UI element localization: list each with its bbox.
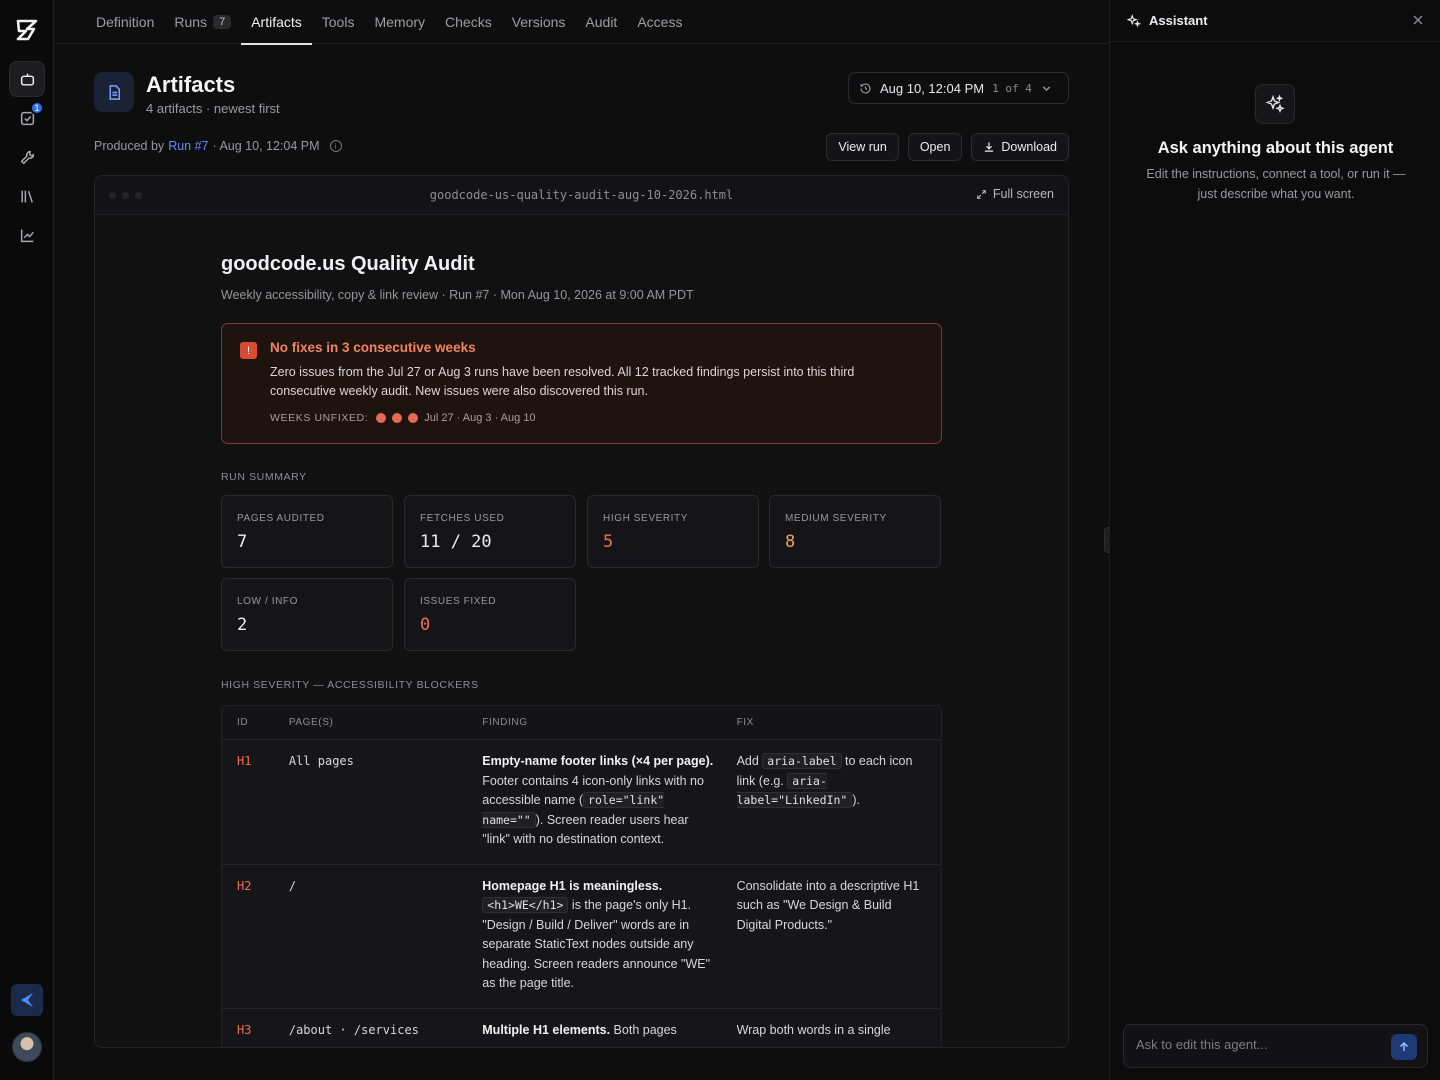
left-rail: 1 bbox=[0, 0, 54, 1080]
workspace-logo[interactable] bbox=[11, 984, 43, 1016]
artifact-preview[interactable]: goodcode-us-quality-audit-aug-10-2026.ht… bbox=[94, 175, 1069, 1048]
assistant-headline: Ask anything about this agent bbox=[1157, 139, 1394, 157]
alert-body: Zero issues from the Jul 27 or Aug 3 run… bbox=[270, 365, 855, 398]
chevron-down-icon bbox=[1042, 85, 1051, 91]
assistant-panel: Assistant Ask anything about this agent … bbox=[1109, 0, 1440, 1080]
table-row: H3 /about · /services Multiple H1 elemen… bbox=[222, 1009, 941, 1048]
artifact-actions: View run Open Download bbox=[826, 133, 1069, 161]
robot-icon bbox=[20, 73, 34, 86]
download-button[interactable]: Download bbox=[971, 133, 1069, 161]
brand-logo[interactable] bbox=[14, 18, 40, 42]
full-screen-button[interactable]: Full screen bbox=[976, 187, 1054, 201]
week-dot bbox=[392, 413, 403, 423]
user-avatar[interactable] bbox=[12, 1032, 42, 1062]
siren-icon: ! bbox=[240, 342, 257, 359]
alert-title: No fixes in 3 consecutive weeks bbox=[270, 340, 476, 355]
no-fixes-alert: ! No fixes in 3 consecutive weeks Zero i… bbox=[221, 323, 942, 444]
page-subtitle: 4 artifacts · newest first bbox=[146, 101, 280, 116]
tab-memory[interactable]: Memory bbox=[364, 0, 435, 44]
stat-fetches-used: FETCHES USED 11 / 20 bbox=[404, 495, 576, 568]
tab-versions[interactable]: Versions bbox=[502, 0, 576, 44]
table-row: H2 / Homepage H1 is meaningless. <h1>WE<… bbox=[222, 865, 941, 1009]
stat-low-info: LOW / INFO 2 bbox=[221, 578, 393, 651]
run-summary-label: RUN SUMMARY bbox=[221, 471, 307, 483]
assistant-sparkle-icon bbox=[1255, 84, 1295, 124]
week-dot bbox=[376, 413, 387, 423]
weeks-list: Jul 27 · Aug 3 · Aug 10 bbox=[424, 412, 536, 424]
tab-runs[interactable]: Runs 7 bbox=[164, 0, 241, 44]
high-severity-label: HIGH SEVERITY — ACCESSIBILITY BLOCKERS bbox=[221, 679, 479, 691]
chevron-logo-icon bbox=[21, 993, 33, 1007]
stat-medium-severity: MEDIUM SEVERITY 8 bbox=[769, 495, 941, 568]
window-dots bbox=[109, 192, 142, 199]
rail-checks-button[interactable]: 1 bbox=[9, 100, 45, 136]
version-date: Aug 10, 12:04 PM bbox=[880, 80, 985, 96]
rail-library-button[interactable] bbox=[9, 178, 45, 214]
sparkle-icon bbox=[1127, 13, 1141, 28]
run-link[interactable]: Run #7 bbox=[168, 139, 208, 153]
produced-by: Produced by Run #7 · Aug 10, 12:04 PM i bbox=[94, 139, 342, 153]
send-button[interactable] bbox=[1391, 1034, 1417, 1060]
tab-checks[interactable]: Checks bbox=[435, 0, 502, 44]
assistant-subtitle: Edit the instructions, connect a tool, o… bbox=[1146, 167, 1406, 201]
tab-definition[interactable]: Definition bbox=[86, 0, 164, 44]
tab-audit[interactable]: Audit bbox=[575, 0, 627, 44]
table-header: ID PAGE(S) FINDING FIX bbox=[222, 706, 941, 740]
stat-pages-audited: PAGES AUDITED 7 bbox=[221, 495, 393, 568]
close-icon[interactable] bbox=[1412, 14, 1424, 26]
rail-tools-button[interactable] bbox=[9, 139, 45, 175]
download-icon bbox=[985, 142, 994, 152]
rail-agents-button[interactable] bbox=[9, 61, 45, 97]
runs-count-badge: 7 bbox=[213, 15, 232, 29]
arrow-up-icon bbox=[1399, 1041, 1409, 1051]
open-button[interactable]: Open bbox=[907, 133, 963, 161]
info-icon[interactable]: i bbox=[329, 140, 342, 152]
assistant-composer bbox=[1123, 1024, 1428, 1068]
stat-high-severity: HIGH SEVERITY 5 bbox=[587, 495, 759, 568]
agent-tabs: Definition Runs 7 Artifacts Tools Memory … bbox=[54, 0, 1109, 45]
report-subtitle: Weekly accessibility, copy & link review… bbox=[221, 288, 694, 302]
history-icon bbox=[860, 82, 871, 94]
line-chart-icon bbox=[20, 229, 34, 242]
weeks-unfixed: WEEKS UNFIXED: Jul 27 · Aug 3 · Aug 10 bbox=[270, 412, 536, 424]
table-row: H1 All pages Empty-name footer links (×4… bbox=[222, 740, 941, 865]
app-window: 1 Definition Runs 7 Artifacts Tools Memor… bbox=[0, 0, 1440, 1080]
artifact-filename: goodcode-us-quality-audit-aug-10-2026.ht… bbox=[429, 188, 734, 202]
report-title: goodcode.us Quality Audit bbox=[221, 253, 475, 275]
high-severity-table: ID PAGE(S) FINDING FIX H1 All pages Empt… bbox=[221, 705, 942, 1048]
stat-issues-fixed: ISSUES FIXED 0 bbox=[404, 578, 576, 651]
tab-access[interactable]: Access bbox=[627, 0, 692, 44]
view-run-button[interactable]: View run bbox=[826, 133, 899, 161]
document-icon bbox=[94, 72, 134, 112]
library-icon bbox=[20, 190, 33, 203]
assistant-input[interactable] bbox=[1136, 1037, 1376, 1052]
preview-toolbar: goodcode-us-quality-audit-aug-10-2026.ht… bbox=[95, 176, 1068, 215]
tab-artifacts[interactable]: Artifacts bbox=[241, 0, 312, 45]
wrench-icon bbox=[20, 150, 34, 164]
artifacts-main: Artifacts 4 artifacts · newest first Aug… bbox=[54, 44, 1109, 1080]
checks-badge: 1 bbox=[30, 101, 44, 115]
week-dot bbox=[408, 413, 419, 423]
page-title: Artifacts bbox=[146, 72, 236, 97]
version-position: 1 of 4 bbox=[992, 81, 1032, 95]
rail-analytics-button[interactable] bbox=[9, 217, 45, 253]
artifact-version-select[interactable]: Aug 10, 12:04 PM 1 of 4 bbox=[848, 72, 1069, 104]
assistant-header: Assistant bbox=[1110, 0, 1440, 42]
tab-tools[interactable]: Tools bbox=[312, 0, 365, 44]
expand-icon bbox=[977, 189, 986, 199]
